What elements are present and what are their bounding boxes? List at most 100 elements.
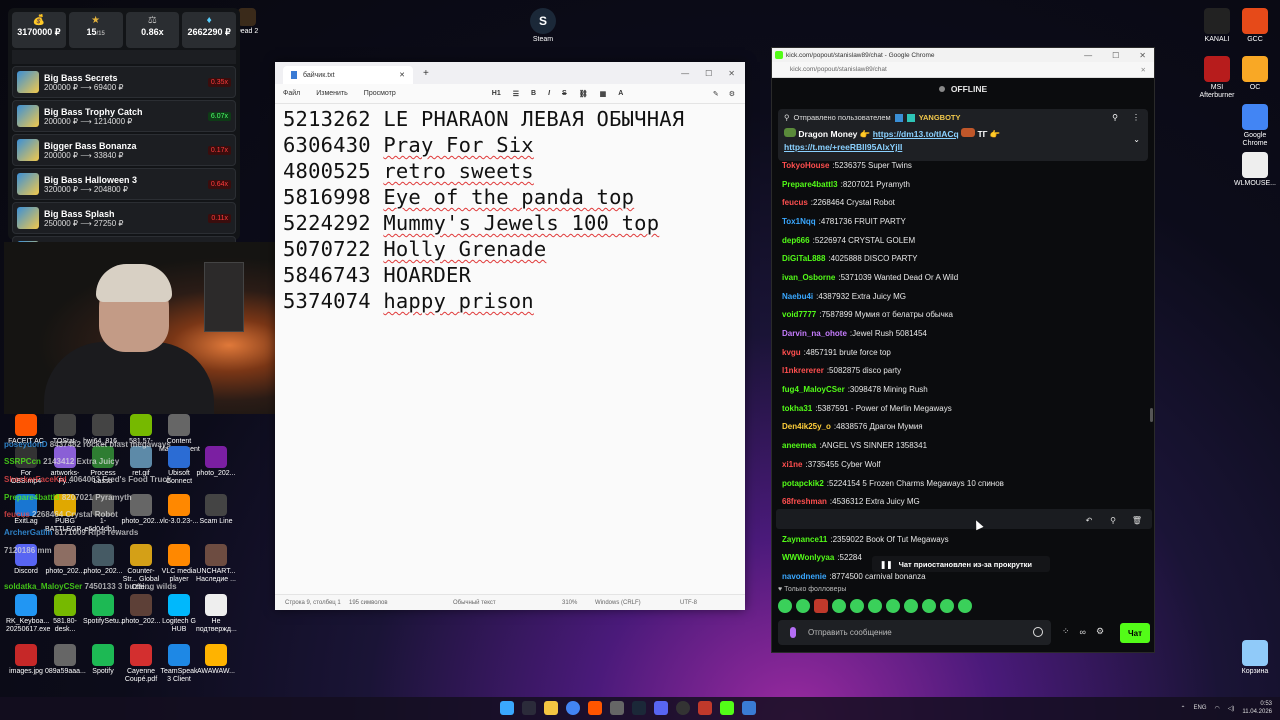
reply-icon[interactable]: ↶ xyxy=(1080,513,1098,527)
emote-icon[interactable] xyxy=(958,599,972,613)
chat-username[interactable]: void7777 xyxy=(782,310,816,319)
maximize-icon[interactable]: ☐ xyxy=(705,69,712,78)
chat-username[interactable]: fug4_MaloyCSer xyxy=(782,385,845,394)
obs-icon[interactable] xyxy=(676,701,690,715)
minimize-icon[interactable]: — xyxy=(1084,51,1092,60)
chat-username[interactable]: Prepare4battl3 xyxy=(782,180,838,189)
network-icon[interactable]: ◠ xyxy=(1215,705,1220,712)
app-icon[interactable] xyxy=(698,701,712,715)
delete-icon[interactable]: 🗑 xyxy=(1128,513,1146,527)
heading-dropdown[interactable]: H1 xyxy=(492,90,501,98)
desktop-icon[interactable]: images.jpg xyxy=(6,644,46,676)
emote-icon[interactable] xyxy=(832,599,846,613)
chat-message[interactable]: Zaynance11: 2359022 Book Of Tut Megaways xyxy=(782,530,1148,549)
chat-username[interactable]: feucus xyxy=(782,198,808,207)
table-icon[interactable]: ▦ xyxy=(600,90,607,98)
desktop-icon[interactable]: Logitech G HUB xyxy=(159,594,199,634)
chat-message[interactable]: fug4_MaloyCSer: 3098478 Mining Rush xyxy=(782,380,1148,399)
chat-message[interactable]: Prepare4battl3: 8207021 Pyramyth xyxy=(782,175,1148,194)
explorer-icon[interactable] xyxy=(544,701,558,715)
chat-message[interactable]: l1nkrererer: 5082875 disco party xyxy=(782,362,1148,381)
desktop-icon[interactable]: vlc-3.0.23-... xyxy=(159,494,199,526)
chat-message[interactable]: Den4ik25y_o: 4838576 Драгон Мумия xyxy=(782,418,1148,437)
chat-message[interactable]: Darvin_na_ohote: Jewel Rush 5081454 xyxy=(782,324,1148,343)
close-icon[interactable]: ✕ xyxy=(728,69,735,78)
address-bar[interactable]: kick.com/popout/stanislaw89/chat ✕ xyxy=(772,62,1154,78)
chat-message[interactable]: dep666: 5226974 CRYSTAL GOLEM xyxy=(782,231,1148,250)
emoji-icon[interactable] xyxy=(1033,627,1043,637)
chat-username[interactable]: Zaynance11 xyxy=(782,535,827,544)
maximize-icon[interactable]: ☐ xyxy=(1112,51,1119,60)
scrollbar-thumb[interactable] xyxy=(1150,408,1153,422)
chat-message[interactable]: ivan_Osborne: 5371039 Wanted Dead Or A W… xyxy=(782,268,1148,287)
clear-format-icon[interactable]: A xyxy=(618,90,623,98)
chat-username[interactable]: xi1ne xyxy=(782,460,802,469)
pinned-link-1[interactable]: https://dm13.to/tIACq xyxy=(873,129,959,139)
chat-message[interactable]: tokha31: 5387591 - Power of Merlin Megaw… xyxy=(782,399,1148,418)
chevron-up-icon[interactable]: ⌃ xyxy=(1180,705,1185,712)
minimize-icon[interactable]: — xyxy=(681,69,689,78)
chat-message[interactable]: xi1ne: 3735455 Cyber Wolf xyxy=(782,455,1148,474)
chat-message[interactable]: Naebu4i: 4387932 Extra Juicy MG xyxy=(782,287,1148,306)
chat-username[interactable]: Den4ik25y_o xyxy=(782,422,831,431)
chat-message[interactable]: aneemea: ANGEL VS SINNER 1358341 xyxy=(782,436,1148,455)
chat-username[interactable]: tokha31 xyxy=(782,404,812,413)
desktop-icon[interactable]: TeamSpeak 3 Client xyxy=(159,644,199,684)
emote-icon[interactable] xyxy=(814,599,828,613)
chat-username[interactable]: dep666 xyxy=(782,236,810,245)
desktop-icon[interactable]: Cayenne Coupé.pdf xyxy=(121,644,161,684)
chat-username[interactable]: navodnenie xyxy=(782,572,826,581)
more-icon[interactable]: ⋮ xyxy=(1132,113,1140,122)
notepad-icon[interactable] xyxy=(742,701,756,715)
chat-input[interactable]: Отправить сообщение xyxy=(778,620,1051,645)
desktop-icon[interactable]: WLMOUSE... xyxy=(1232,152,1278,188)
search-icon[interactable] xyxy=(522,701,536,715)
emote-icon[interactable] xyxy=(904,599,918,613)
bold-icon[interactable]: B xyxy=(531,90,536,98)
pinned-link-2[interactable]: https://t.me/+reeRBIl95AlxYjlI xyxy=(784,142,902,152)
chat-username[interactable]: Naebu4i xyxy=(782,292,813,301)
emote-icon[interactable] xyxy=(850,599,864,613)
desktop-icon[interactable]: Scam Line xyxy=(196,494,236,526)
emote-icon[interactable] xyxy=(940,599,954,613)
chat-message[interactable]: feucus: 2268464 Crystal Robot xyxy=(782,193,1148,212)
close-icon[interactable]: ✕ xyxy=(1139,51,1146,60)
new-tab-button[interactable]: + xyxy=(423,68,429,79)
unpin-icon[interactable]: ⚲ xyxy=(1112,113,1118,122)
chat-username[interactable]: Tox1Nqq xyxy=(782,217,816,226)
close-icon[interactable]: ✕ xyxy=(1141,66,1154,74)
kick-points-icon[interactable]: ⁘ xyxy=(1062,626,1070,637)
desktop-icon-steam[interactable]: S Steam xyxy=(520,8,566,44)
desktop-icon[interactable]: photo_202... xyxy=(196,446,236,478)
send-chat-button[interactable]: Чат xyxy=(1120,623,1150,643)
emote-icon[interactable] xyxy=(922,599,936,613)
chat-paused-banner[interactable]: ❚❚ Чат приостановлен из-за прокрутки xyxy=(872,556,1050,572)
infinity-icon[interactable]: ∞ xyxy=(1080,627,1086,637)
desktop-icon[interactable]: RK_Keyboa... 20250617.exe xyxy=(6,594,50,634)
close-tab-icon[interactable]: ✕ xyxy=(399,71,405,79)
chat-username[interactable]: aneemea xyxy=(782,441,816,450)
list-icon[interactable]: ☰ xyxy=(513,90,519,98)
desktop-icon[interactable]: photo_202... xyxy=(121,594,161,626)
copilot-icon[interactable]: ✎ xyxy=(713,90,719,98)
strikethrough-icon[interactable]: S xyxy=(562,90,567,98)
desktop-icon[interactable]: ret.gif xyxy=(121,446,161,478)
language-indicator[interactable]: ENG xyxy=(1194,705,1207,711)
notepad-text-area[interactable]: 5213262 LE PHARAON ЛЕВАЯ ОБЫЧНАЯ 6306430 … xyxy=(283,106,684,314)
desktop-icon[interactable]: photo_202... xyxy=(83,544,123,576)
chat-username[interactable]: WWWonlyyaa xyxy=(782,553,834,562)
gear-icon[interactable]: ⚙ xyxy=(1096,626,1104,637)
chat-username[interactable]: DiGiTaL888 xyxy=(782,254,825,263)
chat-message[interactable]: kvgu: 4857191 brute force top xyxy=(782,343,1148,362)
gear-icon[interactable] xyxy=(610,701,624,715)
desktop-icon[interactable]: Google Chrome xyxy=(1232,104,1278,148)
steam-icon[interactable] xyxy=(632,701,646,715)
discord-icon[interactable] xyxy=(654,701,668,715)
desktop-icon[interactable]: UNCHART... Наследие ... xyxy=(196,544,236,584)
menu-file[interactable]: Файл xyxy=(283,90,300,97)
chat-username[interactable]: TokyoHouse xyxy=(782,161,829,170)
chat-message[interactable]: void7777: 7587899 Мумия от белатры обычк… xyxy=(782,306,1148,325)
menu-edit[interactable]: Изменить xyxy=(316,90,348,97)
chat-message[interactable]: potapckik2: 5224154 5 Frozen Charms Mega… xyxy=(782,474,1148,493)
pinned-message[interactable]: ⚲ Отправлено пользователем YANGBOTY Drag… xyxy=(778,109,1148,161)
